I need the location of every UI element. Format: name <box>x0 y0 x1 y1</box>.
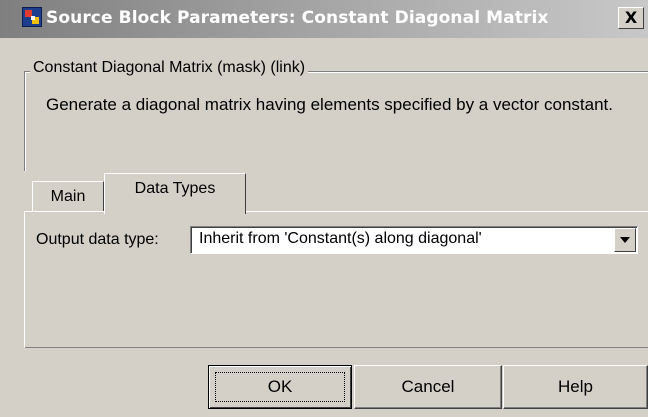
description-groupbox <box>24 71 648 171</box>
ok-button[interactable]: OK <box>208 365 352 409</box>
simulink-block-icon <box>22 7 42 27</box>
dropdown-button[interactable] <box>614 228 636 252</box>
title-bar: Source Block Parameters: Constant Diagon… <box>0 0 648 38</box>
tab-main[interactable]: Main <box>32 181 104 211</box>
close-button[interactable]: X <box>618 7 644 29</box>
cancel-button[interactable]: Cancel <box>354 365 502 409</box>
output-data-type-label: Output data type: <box>36 231 159 248</box>
output-data-type-select[interactable]: Inherit from 'Constant(s) along diagonal… <box>190 226 638 254</box>
focus-rectangle <box>215 372 345 402</box>
help-button[interactable]: Help <box>503 365 648 409</box>
output-data-type-value: Inherit from 'Constant(s) along diagonal… <box>199 230 482 247</box>
chevron-down-icon <box>620 237 630 243</box>
tab-data-types[interactable]: Data Types <box>104 173 246 214</box>
block-description: Generate a diagonal matrix having elemen… <box>46 95 613 114</box>
groupbox-legend: Constant Diagonal Matrix (mask) (link) <box>30 59 309 77</box>
window-title: Source Block Parameters: Constant Diagon… <box>46 8 549 28</box>
